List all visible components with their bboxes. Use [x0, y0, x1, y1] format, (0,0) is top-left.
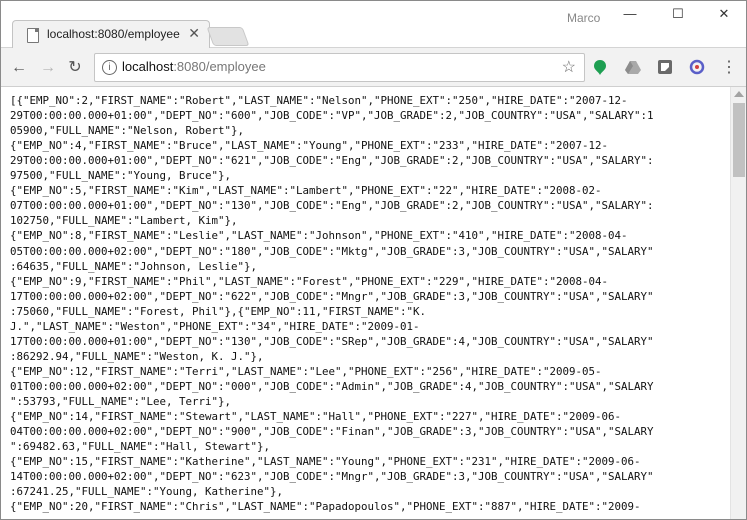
- json-text-line: ":69482.63,"FULL_NAME":"Hall, Stewart"},: [10, 440, 271, 454]
- forward-arrow-icon[interactable]: →: [38, 58, 58, 78]
- json-text-line: 17T00:00:00.000+02:00","DEPT_NO":"622","…: [10, 289, 654, 303]
- json-text-line: 14T00:00:00.000+02:00","DEPT_NO":"623","…: [10, 470, 654, 484]
- drive-extension-icon[interactable]: [624, 58, 642, 76]
- json-text-line: 05T00:00:00.000+02:00","DEPT_NO":"180","…: [10, 244, 654, 258]
- url-text[interactable]: localhost:8080/employee: [122, 59, 266, 74]
- json-text-line: {"EMP_NO":9,"FIRST_NAME":"Phil","LAST_NA…: [10, 274, 609, 288]
- circle-extension-icon[interactable]: [688, 58, 706, 76]
- json-text-line: 01T00:00:00.000+02:00","DEPT_NO":"000","…: [10, 379, 654, 393]
- json-text-line: 07T00:00:00.000+01:00","DEPT_NO":"130","…: [10, 199, 654, 213]
- browser-window: localhost:8080/employee ✕ Marco — ☐ ✕ ← …: [0, 0, 747, 520]
- url-host: localhost: [122, 59, 174, 74]
- info-icon[interactable]: i: [102, 60, 117, 75]
- json-text-line: 04T00:00:00.000+02:00","DEPT_NO":"900","…: [10, 425, 654, 439]
- address-bar[interactable]: i localhost:8080/employee ☆: [94, 53, 585, 82]
- json-text-line: {"EMP_NO":8,"FIRST_NAME":"Leslie","LAST_…: [10, 229, 628, 243]
- close-icon[interactable]: ✕: [188, 25, 200, 42]
- profile-name[interactable]: Marco: [567, 11, 600, 25]
- json-text-line: {"EMP_NO":4,"FIRST_NAME":"Bruce","LAST_N…: [10, 139, 609, 153]
- browser-toolbar: ← → ↻ i localhost:8080/employee ☆ ⋮: [1, 48, 746, 87]
- json-text-line: {"EMP_NO":14,"FIRST_NAME":"Stewart","LAS…: [10, 410, 622, 424]
- menu-icon[interactable]: ⋮: [719, 58, 739, 78]
- scroll-thumb[interactable]: [733, 103, 745, 177]
- json-text-line: [{"EMP_NO":2,"FIRST_NAME":"Robert","LAST…: [10, 94, 628, 107]
- vertical-scrollbar[interactable]: [730, 87, 746, 519]
- page-icon: [27, 28, 39, 43]
- json-text-line: 17T00:00:00.000+01:00","DEPT_NO":"130","…: [10, 334, 654, 348]
- page-content: [{"EMP_NO":2,"FIRST_NAME":"Robert","LAST…: [1, 87, 730, 519]
- bookmark-star-icon[interactable]: ☆: [562, 57, 576, 77]
- browser-tab[interactable]: localhost:8080/employee ✕: [12, 20, 210, 48]
- json-text-line: :86292.94,"FULL_NAME":"Weston, K. J."},: [10, 349, 264, 363]
- json-text-line: {"EMP_NO":15,"FIRST_NAME":"Katherine","L…: [10, 455, 641, 469]
- note-extension-icon[interactable]: [656, 58, 674, 76]
- new-tab-button[interactable]: [206, 27, 250, 46]
- minimize-button[interactable]: —: [620, 5, 640, 23]
- json-text-line: 102750,"FULL_NAME":"Lambert, Kim"},: [10, 214, 238, 228]
- window-close-button[interactable]: ✕: [714, 5, 734, 23]
- json-text-line: :67241.25,"FULL_NAME":"Young, Katherine"…: [10, 485, 284, 499]
- maximize-button[interactable]: ☐: [668, 5, 688, 23]
- reload-icon[interactable]: ↻: [65, 58, 85, 78]
- json-text-line: 29T00:00:00.000+01:00","DEPT_NO":"600","…: [10, 109, 654, 123]
- url-path: :8080/employee: [173, 59, 266, 74]
- json-text-line: 05900,"FULL_NAME":"Nelson, Robert"},: [10, 124, 245, 138]
- json-text-line: {"EMP_NO":20,"FIRST_NAME":"Chris","LAST_…: [10, 500, 641, 514]
- json-text-line: ":53793,"FULL_NAME":"Lee, Terri"},: [10, 395, 232, 408]
- json-text-line: :75060,"FULL_NAME":"Forest, Phil"},{"EMP…: [10, 304, 427, 318]
- json-text-line: J.","LAST_NAME":"Weston","PHONE_EXT":"34…: [10, 319, 420, 333]
- scroll-up-arrow-icon[interactable]: [734, 91, 744, 97]
- green-extension-icon[interactable]: [591, 58, 609, 76]
- title-bar: localhost:8080/employee ✕ Marco — ☐ ✕: [1, 1, 746, 48]
- back-arrow-icon[interactable]: ←: [9, 58, 29, 78]
- json-text-line: 29T00:00:00.000+01:00","DEPT_NO":"621","…: [10, 154, 654, 168]
- json-text-line: {"EMP_NO":12,"FIRST_NAME":"Terri","LAST_…: [10, 364, 602, 378]
- tab-title: localhost:8080/employee: [47, 27, 180, 41]
- json-text-line: :64635,"FULL_NAME":"Johnson, Leslie"},: [10, 259, 258, 273]
- json-text-line: 97500,"FULL_NAME":"Young, Bruce"},: [10, 169, 232, 183]
- json-text-line: {"EMP_NO":5,"FIRST_NAME":"Kim","LAST_NAM…: [10, 184, 602, 198]
